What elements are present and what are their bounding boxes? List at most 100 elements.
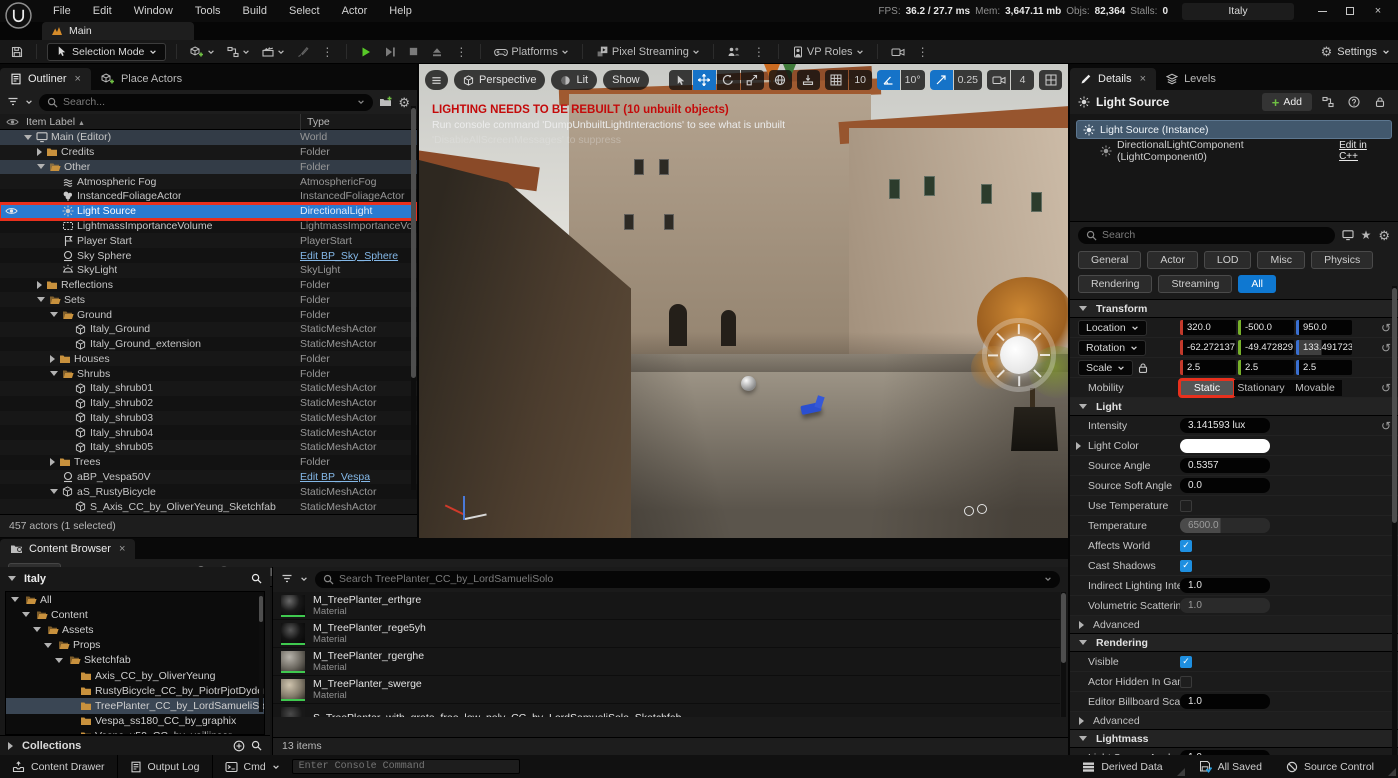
tab-outliner[interactable]: Outliner × [0,68,91,90]
lit-dropdown[interactable]: Lit [551,70,597,90]
multi-user-menu[interactable]: ⋮ [750,45,768,59]
save-button[interactable] [8,43,26,61]
multi-user-button[interactable] [724,43,744,61]
selection-mode-dropdown[interactable]: Selection Mode [47,43,166,61]
chevron-down-icon[interactable] [357,98,365,106]
scale-x-field[interactable]: 2.5 [1180,360,1236,375]
filter-chip-all[interactable]: All [1238,275,1276,293]
platforms-dropdown[interactable]: Platforms [491,43,571,61]
outliner-row[interactable]: InstancedFoliageActorInstancedFoliageAct… [0,189,417,204]
filter-chip-actor[interactable]: Actor [1147,251,1198,269]
outliner-row[interactable]: SetsFolder [0,292,417,307]
mobility-option-movable[interactable]: Movable [1288,380,1342,396]
outliner-row[interactable]: Player StartPlayerStart [0,233,417,248]
tab-levels[interactable]: Levels [1156,68,1226,90]
outliner-row[interactable]: Main (Editor)World [0,130,417,145]
menu-actor[interactable]: Actor [331,0,379,22]
lock-button[interactable] [1370,96,1390,108]
console-command-input[interactable] [292,759,520,774]
editor-billboard-scale-field[interactable]: 1.0 [1180,694,1270,709]
tab-main-level[interactable]: Main [42,22,194,40]
scale-snap-button[interactable] [930,70,953,90]
chevron-down-icon[interactable] [300,575,308,583]
stop-button[interactable] [405,43,422,61]
close-tab-icon[interactable]: × [119,543,125,555]
expand-arrow-icon[interactable] [37,297,45,302]
outliner-row[interactable]: Light SourceDirectionalLight [0,204,417,219]
outliner-row[interactable]: ReflectionsFolder [0,278,417,293]
collapse-arrow-icon[interactable] [50,355,55,363]
cb-search[interactable] [315,571,1060,588]
world-space-button[interactable] [769,70,792,90]
folder-tree-item[interactable]: Sketchfab [6,653,264,668]
outliner-row[interactable]: SkyLightSkyLight [0,263,417,278]
outliner-row[interactable]: S_Axis_CC_by_OliverYeung_SketchfabStatic… [0,499,417,514]
move-tool-button[interactable] [693,70,716,90]
show-dropdown[interactable]: Show [603,70,649,90]
add-component-button[interactable]: +Add [1262,93,1312,111]
favorites-star-icon[interactable]: ★ [1361,228,1372,242]
folder-tree-item[interactable]: RustyBicycle_CC_by_PiotrPjotDyderski [6,683,264,698]
light-color-swatch[interactable] [1180,439,1270,453]
volumetric-scatterin--field[interactable]: 1.0 [1180,598,1270,613]
tab-content-browser[interactable]: Content Browser × [0,539,135,559]
menu-build[interactable]: Build [232,0,278,22]
eject-button[interactable] [428,43,446,61]
rotation-y-field[interactable]: -49.472829 ° [1238,340,1294,355]
new-folder-icon[interactable] [379,96,392,108]
virtual-camera-button[interactable] [888,43,908,61]
asset-item[interactable]: M_TreePlanter_swergeMaterial [273,676,1060,704]
outliner-row[interactable]: HousesFolder [0,351,417,366]
outliner-row[interactable]: aS_RustyBicycleStaticMeshActor [0,484,417,499]
display-filter-icon[interactable] [1342,229,1354,241]
visible-checkbox[interactable]: ✓ [1180,656,1192,668]
section-header-rendering[interactable]: Rendering [1070,634,1398,652]
chevron-down-icon[interactable] [25,98,33,106]
camera-speed-value[interactable]: 4 [1011,70,1034,90]
outliner-row[interactable]: GroundFolder [0,307,417,322]
axis-dropdown[interactable]: Scale [1078,360,1133,376]
add-collection-icon[interactable] [233,740,245,752]
menu-help[interactable]: Help [378,0,423,22]
all-saved-button[interactable]: All Saved [1187,755,1274,778]
folder-tree-item[interactable]: Props [6,638,264,653]
scale-y-field[interactable]: 2.5 [1238,360,1294,375]
outliner-scrollbar[interactable] [411,106,416,490]
virtual-camera-menu[interactable]: ⋮ [914,45,932,59]
source-control-button[interactable]: Source Control [1274,755,1386,778]
rotation-z-field[interactable]: 133.491723 ° [1296,340,1352,355]
advanced-expander[interactable]: Advanced [1070,712,1398,730]
collapse-arrow-icon[interactable] [1076,442,1081,450]
eye-icon[interactable] [5,206,18,216]
asset-item[interactable]: M_TreePlanter_rgergheMaterial [273,648,1060,676]
rotate-tool-button[interactable] [717,70,740,90]
angle-snap-value[interactable]: 10° [901,70,925,90]
derived-data-button[interactable]: Derived Data [1070,755,1174,778]
menu-file[interactable]: File [42,0,82,22]
column-type[interactable]: Type [300,114,330,130]
outliner-row[interactable]: Italy_shrub01StaticMeshActor [0,381,417,396]
component-row-instance[interactable]: Light Source (Instance) [1076,120,1392,139]
scale-tool-button[interactable] [741,70,764,90]
outliner-row[interactable]: LightmassImportanceVolumeLightmassImport… [0,219,417,234]
viewport-options-menu[interactable] [425,70,448,90]
outliner-row[interactable]: Italy_GroundStaticMeshActor [0,322,417,337]
mobility-option-static[interactable]: Static [1180,380,1234,396]
filter-chip-streaming[interactable]: Streaming [1158,275,1232,293]
editor-modes-button[interactable] [294,43,312,61]
expand-arrow-icon[interactable] [50,489,58,494]
location-z-field[interactable]: 950.0 [1296,320,1352,335]
outliner-row[interactable]: OtherFolder [0,160,417,175]
folder-tree-item[interactable]: Content [6,607,264,622]
actor-type[interactable]: Edit BP_Sky_Sphere [300,250,412,262]
select-tool-button[interactable] [669,70,692,90]
details-scrollbar[interactable] [1392,286,1397,755]
source-soft-angle-field[interactable]: 0.0 [1180,478,1270,493]
cast-shadows-checkbox[interactable]: ✓ [1180,560,1192,572]
collapse-arrow-icon[interactable] [50,458,55,466]
filter-chip-rendering[interactable]: Rendering [1078,275,1152,293]
outliner-search[interactable] [39,94,373,111]
expand-arrow-icon[interactable] [55,658,63,663]
outliner-row[interactable]: CreditsFolder [0,145,417,160]
expand-arrow-icon[interactable] [24,135,32,140]
